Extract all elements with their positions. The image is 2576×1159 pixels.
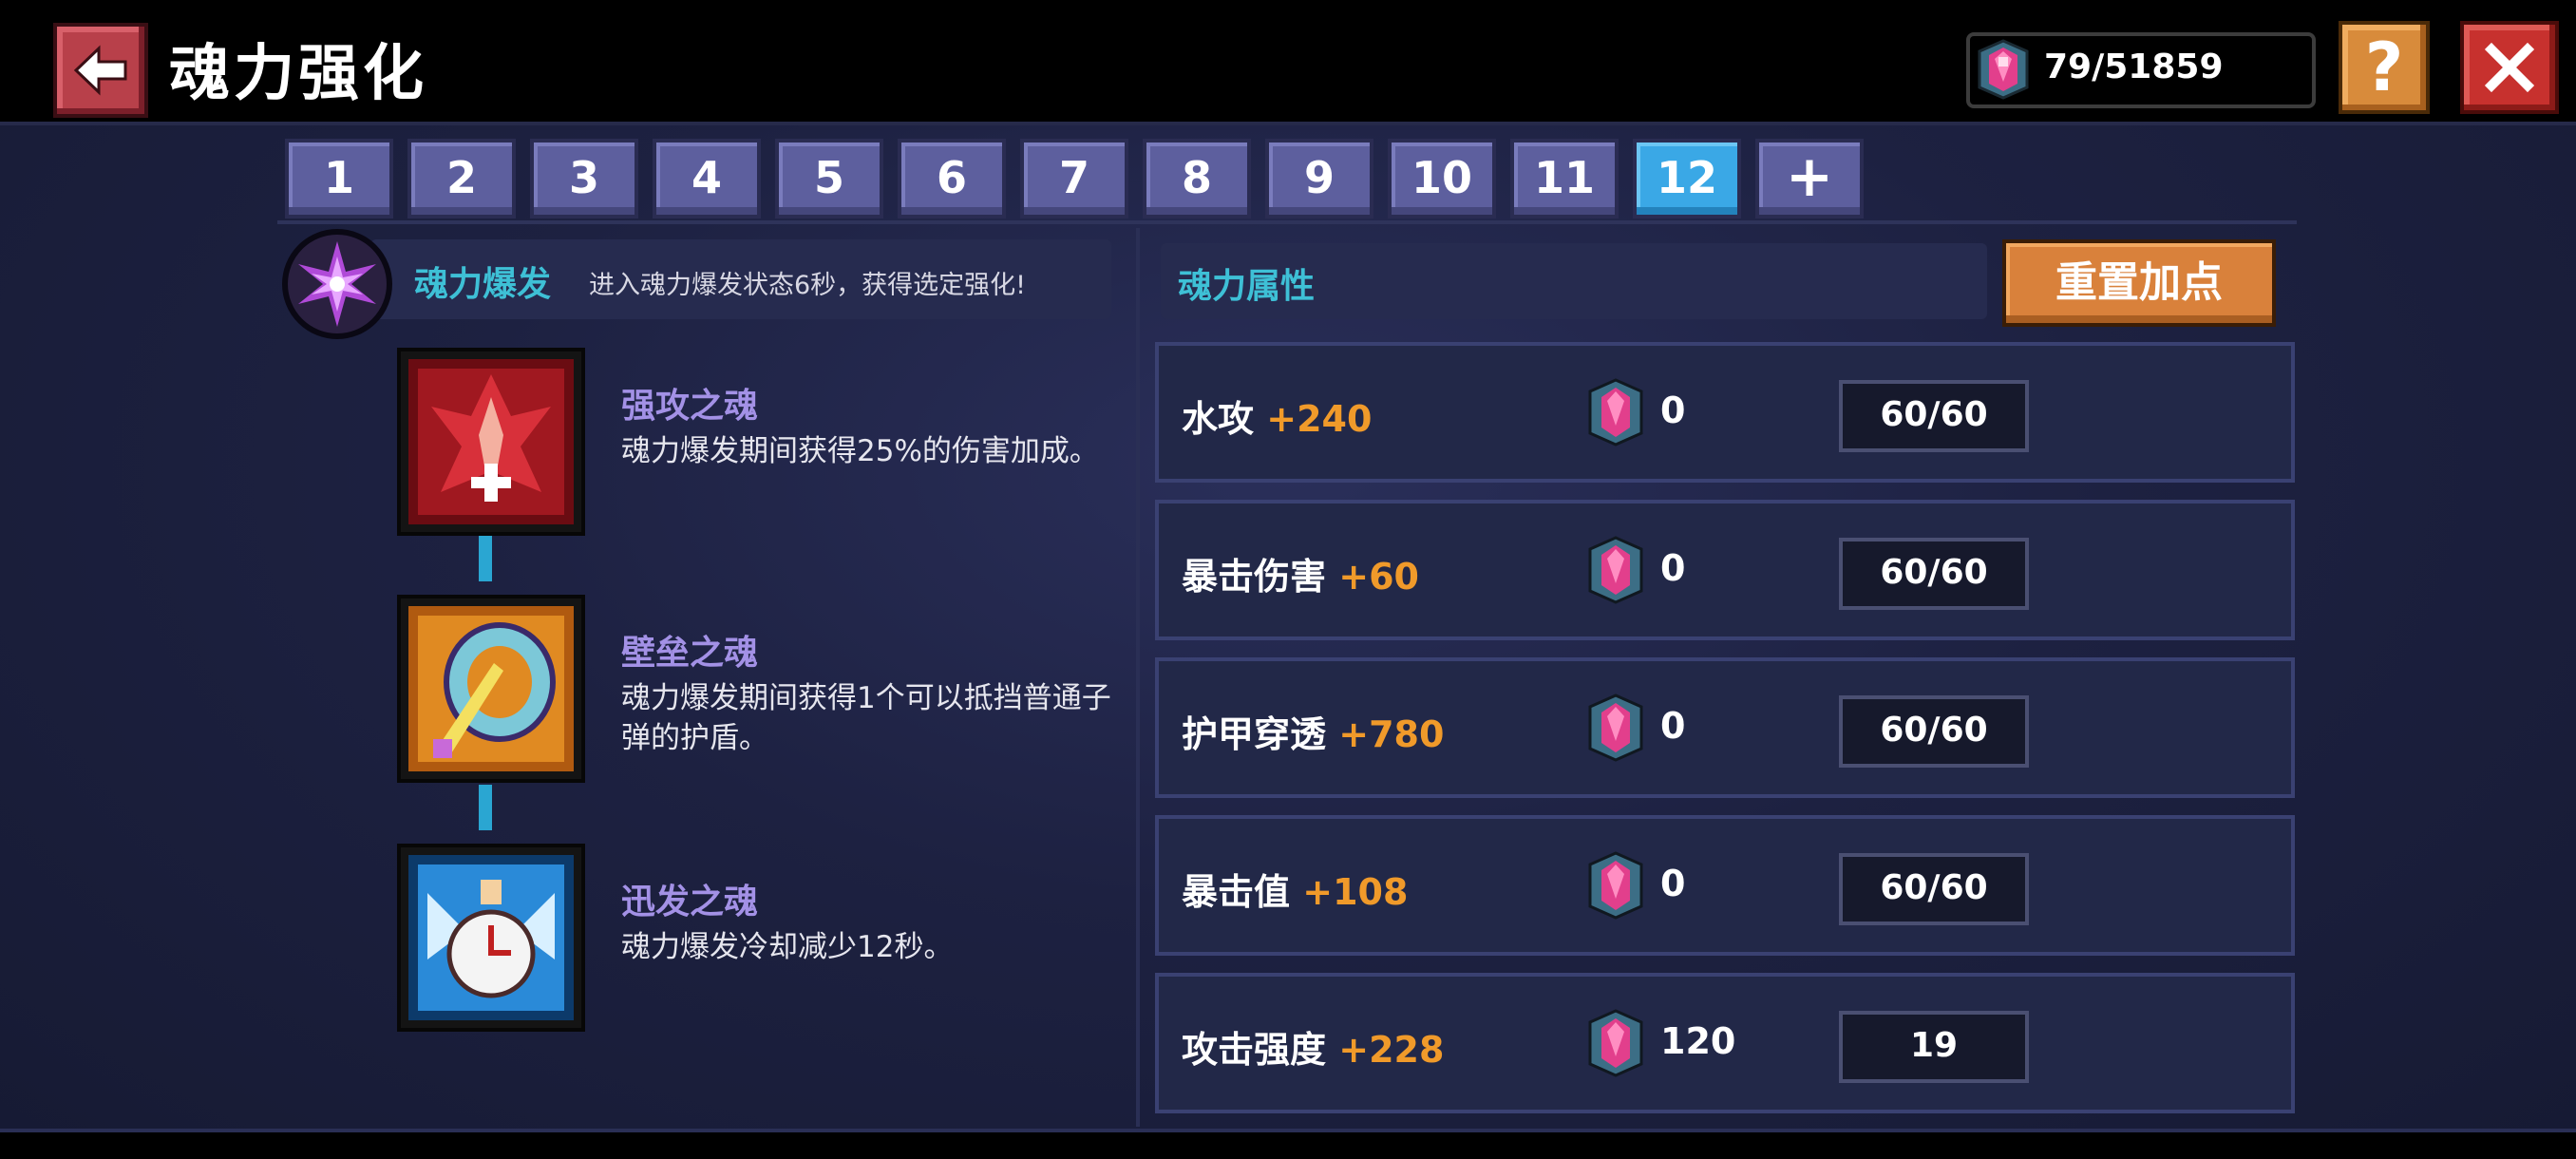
- soul-gem-icon: [1588, 851, 1643, 920]
- tab-6[interactable]: 6: [898, 139, 1006, 218]
- soul-connector: [479, 785, 492, 830]
- top-bar: 魂力强化 79/51859 ?: [0, 0, 2576, 125]
- attribute-name: 暴击伤害: [1182, 556, 1327, 598]
- arrow-left-icon: [73, 45, 127, 96]
- attribute-name: 水攻: [1182, 398, 1255, 440]
- soul-description: 魂力爆发期间获得1个可以抵挡普通子弹的护盾。: [621, 681, 1111, 755]
- reset-points-button[interactable]: 重置加点: [2002, 239, 2276, 327]
- attributes-title: 魂力属性: [1178, 267, 1316, 306]
- page-title: 魂力强化: [169, 39, 427, 109]
- soul-gem-icon: [1588, 536, 1643, 604]
- swift-soul-icon: [408, 855, 574, 1020]
- tab-11[interactable]: 11: [1510, 139, 1619, 218]
- attribute-bonus: +60: [1338, 556, 1419, 598]
- soul-currency-counter: 79/51859: [1966, 32, 2316, 108]
- tab-10[interactable]: 10: [1388, 139, 1496, 218]
- soul-connector: [479, 536, 492, 581]
- tab-3[interactable]: 3: [530, 139, 638, 218]
- assault-soul-frame: [397, 348, 585, 536]
- attribute-cost: 120: [1660, 1020, 1736, 1062]
- attribute-progress: 19: [1839, 1011, 2029, 1083]
- swift-soul-frame: [397, 844, 585, 1032]
- burst-header: 魂力爆发 进入魂力爆发状态6秒，获得选定强化!: [281, 228, 1117, 339]
- attribute-progress: 60/60: [1839, 538, 2029, 610]
- attribute-bonus: +780: [1338, 713, 1445, 755]
- currency-value: 79/51859: [2044, 48, 2224, 86]
- attribute-bonus: +228: [1338, 1029, 1445, 1071]
- tab-5[interactable]: 5: [775, 139, 883, 218]
- attribute-bonus: +108: [1302, 871, 1409, 913]
- attribute-cost: 0: [1660, 705, 1686, 747]
- tab-12[interactable]: 12: [1633, 139, 1741, 218]
- attribute-row[interactable]: 攻击强度 +228 120 19: [1155, 973, 2295, 1113]
- tab-9[interactable]: 9: [1265, 139, 1373, 218]
- attribute-progress: 60/60: [1839, 853, 2029, 925]
- close-button[interactable]: [2460, 21, 2559, 114]
- soul-gem-icon: [1588, 1009, 1643, 1077]
- attribute-cost: 0: [1660, 390, 1686, 431]
- attribute-label: 攻击强度 +228: [1182, 1020, 1444, 1073]
- attribute-cost: 0: [1660, 547, 1686, 589]
- question-mark-icon: ?: [2364, 28, 2404, 106]
- attribute-label: 护甲穿透 +780: [1182, 705, 1444, 757]
- bottom-bar: [0, 1129, 2576, 1159]
- tab-8[interactable]: 8: [1143, 139, 1251, 218]
- soul-gem-icon: [1978, 39, 2029, 100]
- attribute-label: 水攻 +240: [1182, 390, 1372, 442]
- soul-burst-icon: [282, 229, 392, 339]
- add-tab-button[interactable]: +: [1755, 139, 1864, 218]
- assault-soul-icon: [408, 359, 574, 524]
- attribute-name: 攻击强度: [1182, 1029, 1327, 1071]
- attribute-row[interactable]: 水攻 +240 0 60/60: [1155, 342, 2295, 483]
- tab-2[interactable]: 2: [407, 139, 516, 218]
- soul-enhance-screen: 魂力强化 79/51859 ? 1 2 3 4 5 6 7 8 9 10 11 …: [0, 0, 2576, 1159]
- soul-gem-icon: [1588, 694, 1643, 762]
- tabs-divider: [277, 220, 2297, 224]
- soul-name: 迅发之魂: [621, 883, 759, 922]
- panel-separator: [1136, 228, 1140, 1127]
- soul-description: 魂力爆发期间获得25%的伤害加成。: [621, 434, 1099, 468]
- soul-description: 魂力爆发冷却减少12秒。: [621, 930, 954, 964]
- attribute-bonus: +240: [1266, 398, 1373, 440]
- back-button[interactable]: [53, 23, 148, 118]
- attribute-label: 暴击值 +108: [1182, 863, 1408, 915]
- burst-title: 魂力爆发: [414, 265, 552, 304]
- tab-1[interactable]: 1: [285, 139, 393, 218]
- bulwark-soul-icon: [408, 606, 574, 771]
- attribute-progress: 60/60: [1839, 380, 2029, 452]
- burst-description: 进入魂力爆发状态6秒，获得选定强化!: [589, 271, 1027, 300]
- tab-4[interactable]: 4: [653, 139, 761, 218]
- attribute-row[interactable]: 护甲穿透 +780 0 60/60: [1155, 657, 2295, 798]
- bulwark-soul-frame: [397, 595, 585, 783]
- tab-7[interactable]: 7: [1020, 139, 1128, 218]
- attribute-row[interactable]: 暴击值 +108 0 60/60: [1155, 815, 2295, 956]
- close-icon: [2484, 42, 2535, 93]
- attribute-name: 护甲穿透: [1182, 713, 1327, 755]
- soul-gem-icon: [1588, 378, 1643, 446]
- soul-name: 壁垒之魂: [621, 634, 759, 673]
- soul-name: 强攻之魂: [621, 387, 759, 426]
- attribute-name: 暴击值: [1182, 871, 1291, 913]
- attribute-row[interactable]: 暴击伤害 +60 0 60/60: [1155, 500, 2295, 640]
- attribute-progress: 60/60: [1839, 695, 2029, 768]
- attribute-label: 暴击伤害 +60: [1182, 547, 1419, 599]
- help-button[interactable]: ?: [2339, 21, 2430, 114]
- attribute-cost: 0: [1660, 863, 1686, 904]
